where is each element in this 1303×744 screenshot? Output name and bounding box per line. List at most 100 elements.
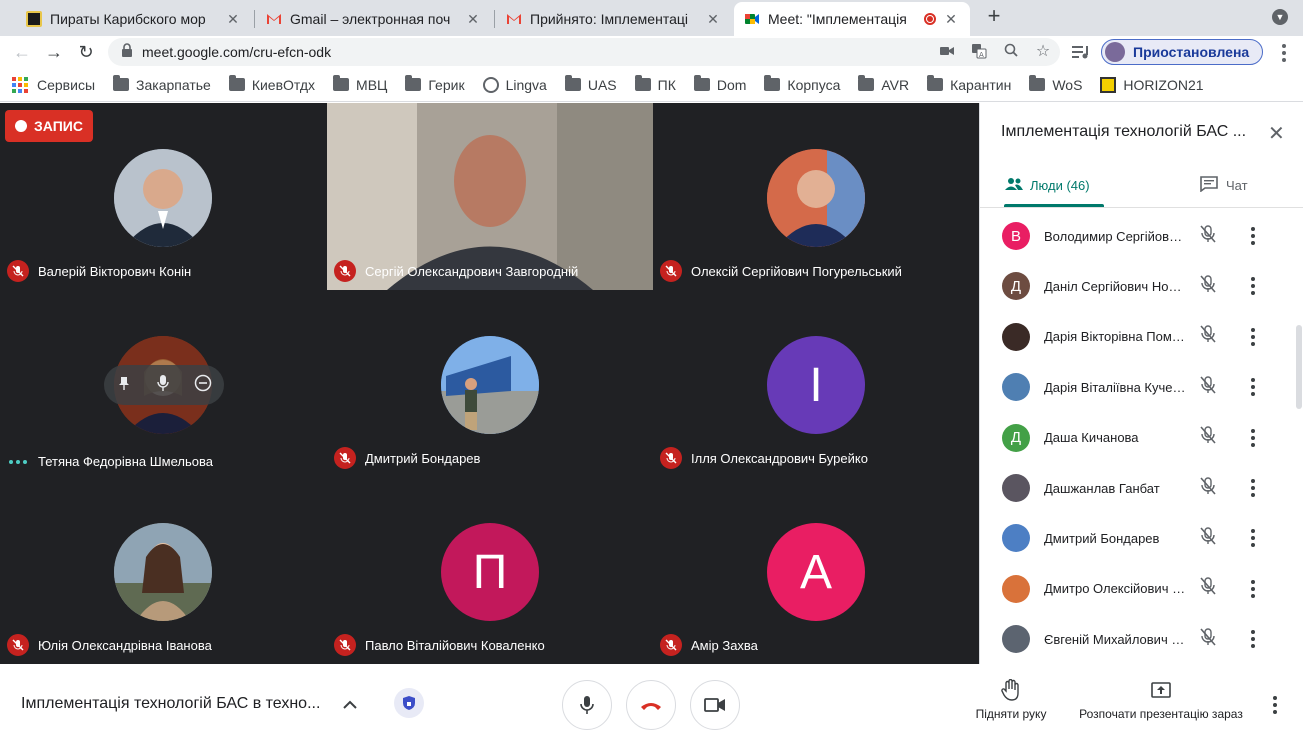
participant-tile[interactable]: Валерій Вікторович Конін [0,103,326,290]
muted-mic-icon[interactable] [1200,275,1216,298]
bookmark-folder[interactable]: Корпуса [764,75,840,93]
tab-search-icon[interactable]: ▼ [1272,9,1288,25]
folder-icon [858,75,875,91]
bookmark-star-icon[interactable]: ☆ [1034,43,1052,61]
participant-row[interactable]: Дарія Вікторівна Пома... [980,312,1290,362]
bookmark-label: Сервисы [37,76,96,93]
lock-icon[interactable] [118,43,136,61]
participant-name: Дмитрий Бондарев [365,450,481,466]
bookmark-folder[interactable]: AVR [858,75,909,93]
close-panel-icon[interactable]: ✕ [1268,121,1285,146]
participant-tile[interactable]: Олексій Сергійович Погурельський [653,103,979,290]
bookmark-folder[interactable]: WoS [1029,75,1082,93]
participant-more-icon[interactable] [1248,479,1258,497]
participant-tile[interactable]: П Павло Віталійович Коваленко [327,477,653,664]
close-tab-icon[interactable]: ✕ [224,11,242,28]
participant-row-name: Даніл Сергійович Носар [1044,278,1186,294]
profile-button[interactable]: Приостановлена [1101,39,1263,65]
forward-arrow-icon[interactable]: → [42,40,66,64]
participant-row[interactable]: Дарія Віталіївна Кучерук [980,362,1290,412]
muted-mic-icon[interactable] [1200,527,1216,550]
bookmark-folder[interactable]: UAS [564,75,617,93]
new-tab-button[interactable]: + [984,5,1004,27]
address-bar[interactable]: meet.google.com/cru-efcn-odk A ☆ [108,38,1060,66]
bookmark-folder[interactable]: Герик [405,75,465,93]
participant-tile[interactable]: І Ілля Олександрович Бурейко [653,290,979,477]
bookmark-folder[interactable]: Карантин [927,75,1011,93]
participant-more-icon[interactable] [1248,630,1258,649]
back-arrow-icon[interactable]: ← [10,40,34,64]
meeting-name[interactable]: Імплементація технологій БАС в техно... [21,695,320,713]
participant-more-icon[interactable] [1248,227,1258,245]
bookmark-folder[interactable]: КиевОтдх [228,75,315,93]
bookmark-apps[interactable]: Сервисы [12,76,96,93]
chevron-up-icon[interactable] [343,697,357,715]
muted-mic-icon[interactable] [1200,627,1216,651]
pin-icon[interactable] [116,375,132,396]
muted-mic-icon[interactable] [1200,476,1216,500]
bookmark-folder[interactable]: МВЦ [333,75,387,93]
muted-mic-icon[interactable] [1200,224,1216,248]
more-options-icon[interactable] [1273,696,1279,714]
bookmark-folder[interactable]: ПК [634,75,676,93]
bookmark-link[interactable]: Lingva [482,76,547,93]
translate-icon[interactable]: A [970,43,988,61]
reload-icon[interactable]: ↻ [74,40,98,64]
tab-people[interactable]: Люди (46) [1004,163,1090,207]
tab-label: Чат [1226,177,1248,193]
browser-tab-meet[interactable]: Meet: "Імплементація ✕ [734,2,970,36]
camera-button[interactable] [690,680,740,730]
zoom-icon[interactable] [1002,43,1020,61]
participant-row-avatar [1002,625,1030,654]
participant-row[interactable]: Дмитрий Бондарев [980,513,1290,563]
browser-tab-pirates[interactable]: Пираты Карибского мор ✕ [16,4,252,34]
remove-icon[interactable] [194,374,212,397]
participant-more-icon[interactable] [1248,579,1258,598]
participant-row-avatar: Д [1002,423,1030,452]
participant-more-icon[interactable] [1248,277,1258,296]
participant-row[interactable]: Д Даніл Сергійович Носар [980,261,1290,311]
browser-tab-gmail[interactable]: Gmail – электронная поч ✕ [256,4,492,34]
participant-more-icon[interactable] [1248,428,1258,447]
camera-in-use-icon[interactable] [938,43,956,61]
participant-nameline: Тетяна Федорівна Шмельова [7,454,213,469]
participant-row[interactable]: В Володимир Сергійови... [980,211,1290,261]
present-now-button[interactable]: Розпочати презентацію зараз [1072,679,1250,721]
participant-tile[interactable]: А Амір Захва [653,477,979,664]
participant-tile[interactable]: Дмитрий Бондарев [327,290,653,477]
tab-title: Gmail – электронная поч [290,11,451,27]
muted-mic-icon[interactable] [1200,375,1216,399]
bookmark-folder[interactable]: Dom [693,75,746,93]
mic-icon[interactable] [156,374,170,397]
participant-more-icon[interactable] [1248,378,1258,397]
muted-mic-icon[interactable] [1200,325,1216,348]
participant-more-icon[interactable] [1248,529,1258,548]
browser-tab-strip: Пираты Карибского мор ✕ Gmail – электрон… [0,0,1303,36]
close-tab-icon[interactable]: ✕ [464,11,482,28]
leave-call-button[interactable] [626,680,676,730]
bookmark-label: Герик [428,76,465,93]
raise-hand-button[interactable]: Підняти руку [970,679,1052,721]
muted-mic-icon[interactable] [1200,426,1216,449]
participant-row[interactable]: Д Даша Кичанова [980,413,1290,463]
browser-menu-icon[interactable] [1282,44,1288,62]
participant-more-icon[interactable] [1248,327,1258,346]
host-controls-shield-icon[interactable] [394,688,424,718]
close-tab-icon[interactable]: ✕ [942,11,960,28]
muted-mic-icon[interactable] [1200,577,1216,600]
bookmark-link[interactable]: HORIZON21 [1100,76,1204,93]
participant-tile[interactable]: Юлія Олександрівна Іванова [0,477,326,664]
participant-tile-video[interactable]: Сергій Олександрович Завгородній [327,103,653,290]
participant-row[interactable]: Дашжанлав Ганбат [980,463,1290,513]
close-tab-icon[interactable]: ✕ [704,11,722,28]
microphone-button[interactable] [562,680,612,730]
people-list-scrollbar[interactable] [1296,325,1302,409]
folder-icon [228,75,245,91]
tab-chat[interactable]: Чат [1200,163,1248,207]
browser-tab-accepted[interactable]: Прийнято: Імплементаці ✕ [496,4,732,34]
bookmark-folder[interactable]: Закарпатье [113,75,211,93]
participant-row[interactable]: Дмитро Олексійович Б... [980,564,1290,614]
media-control-icon[interactable] [1072,44,1090,65]
participant-row[interactable]: Євгеній Михайлович С... [980,614,1290,664]
participant-avatar: І [767,336,865,434]
